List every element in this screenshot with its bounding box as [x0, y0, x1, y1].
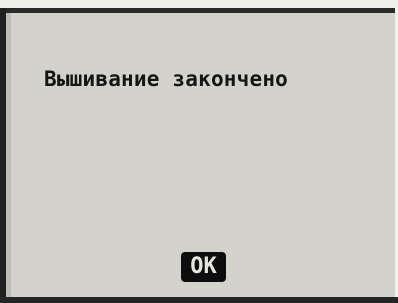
- bottom-frame-line: [0, 297, 398, 303]
- top-border: [0, 0, 398, 8]
- top-frame-line: [0, 8, 398, 13]
- left-frame-shadow: [6, 13, 11, 303]
- dialog-message: Вышивание закончено: [44, 67, 289, 91]
- ok-button[interactable]: OK: [181, 252, 226, 282]
- lcd-screen: Вышивание закончено OK: [0, 0, 398, 303]
